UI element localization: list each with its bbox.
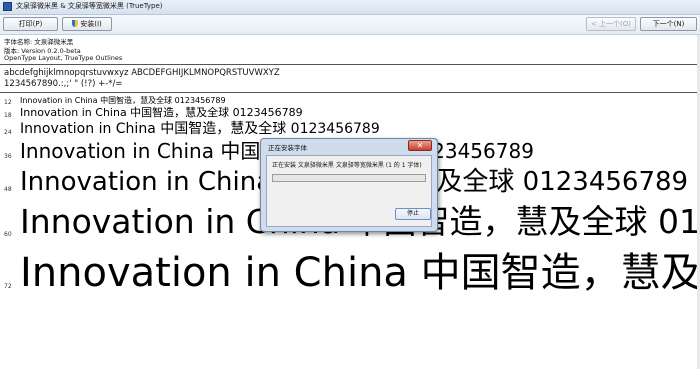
installing-fonts-dialog: 正在安装字体 ✕ 正在安装 文泉驿微米黑 文泉驿等宽微米黑 (1 的 1 字体)…: [260, 138, 438, 232]
font-format-line: OpenType Layout, TrueType Outlines: [4, 54, 123, 62]
charset-lowercase-uppercase: abcdefghijklmnopqrstuvwxyz ABCDEFGHIJKLM…: [4, 68, 280, 78]
print-button[interactable]: 打印(P): [3, 17, 58, 31]
font-app-icon: [3, 2, 12, 11]
sample-size-label: 18: [4, 112, 12, 119]
install-button[interactable]: 安装(I): [62, 17, 112, 31]
sample-size-label: 72: [4, 283, 12, 290]
divider: [0, 64, 700, 65]
uac-shield-icon: [72, 20, 79, 27]
sample-size-label: 36: [4, 153, 12, 160]
install-button-label: 安装(I): [80, 20, 102, 28]
sample-text-12: Innovation in China 中国智造，慧及全球 0123456789: [20, 96, 226, 105]
charset-digits-symbols: 1234567890.:,;' " (!?) +-*/=: [4, 79, 123, 89]
sample-text-72: Innovation in China 中国智造，慧及全球 0123456789: [20, 250, 700, 296]
previous-button[interactable]: < 上一个(O): [586, 17, 636, 31]
dialog-body: 正在安装 文泉驿微米黑 文泉驿等宽微米黑 (1 的 1 字体) 停止: [266, 155, 432, 227]
dialog-title: 正在安装字体: [268, 144, 307, 152]
sample-size-label: 12: [4, 99, 12, 106]
sample-size-label: 24: [4, 129, 12, 136]
sample-text-24: Innovation in China 中国智造，慧及全球 0123456789: [20, 121, 380, 137]
close-icon[interactable]: ✕: [408, 140, 432, 151]
stop-button[interactable]: 停止: [395, 208, 431, 220]
divider: [0, 92, 700, 93]
toolbar: 打印(P) 安装(I) < 上一个(O) 下一个(N): [0, 15, 700, 35]
sample-size-label: 60: [4, 231, 12, 238]
title-bar[interactable]: 文泉驿微米黑 & 文泉驿等宽微米黑 (TrueType): [0, 0, 700, 15]
sample-text-18: Innovation in China 中国智造，慧及全球 0123456789: [20, 106, 303, 119]
font-viewer-window: 文泉驿微米黑 & 文泉驿等宽微米黑 (TrueType) 打印(P) 安装(I)…: [0, 0, 700, 369]
install-progress-bar: [272, 174, 426, 182]
next-button[interactable]: 下一个(N): [640, 17, 697, 31]
install-status-message: 正在安装 文泉驿微米黑 文泉驿等宽微米黑 (1 的 1 字体): [272, 162, 422, 169]
sample-size-label: 48: [4, 186, 12, 193]
window-title: 文泉驿微米黑 & 文泉驿等宽微米黑 (TrueType): [16, 2, 163, 10]
